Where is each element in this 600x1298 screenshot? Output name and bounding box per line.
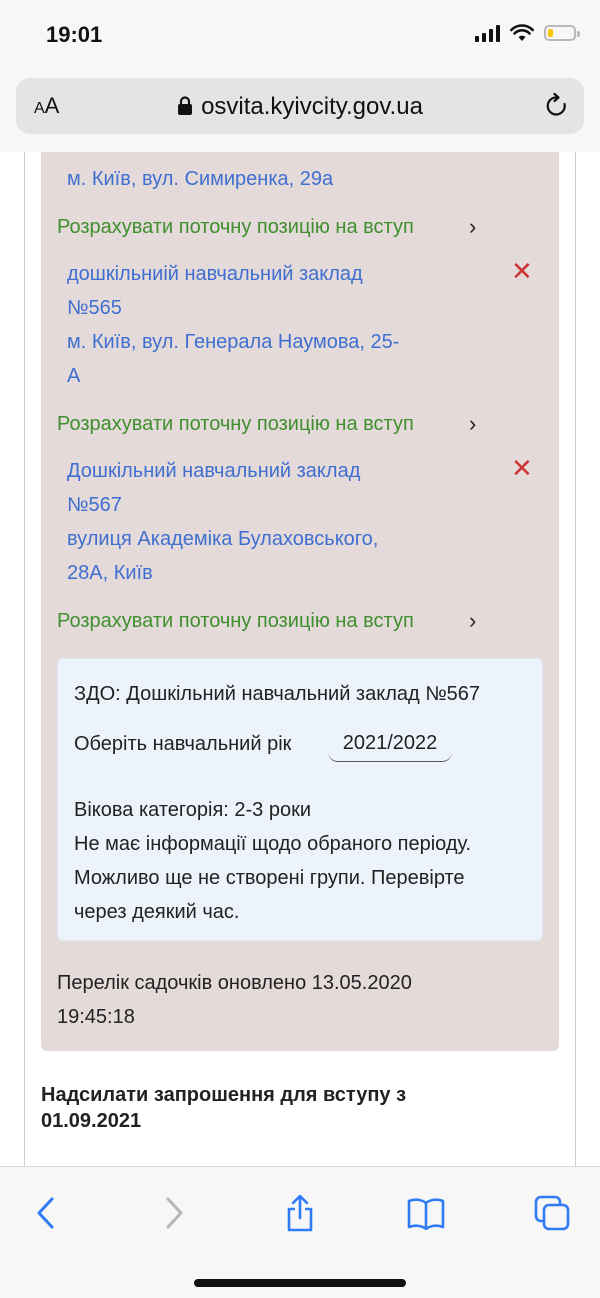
browser-toolbar <box>0 1166 600 1298</box>
share-icon <box>287 1194 313 1232</box>
age-category: Вікова категорія: 2-3 роки <box>74 799 312 821</box>
kindergarten-number[interactable]: №565 <box>67 291 122 325</box>
kindergarten-address[interactable]: вулиця Академіка Булаховського, <box>67 522 378 556</box>
chevron-right-icon[interactable]: › <box>469 411 476 437</box>
lock-icon <box>178 96 193 115</box>
battery-icon <box>544 25 580 41</box>
url-text: osvita.kyivcity.gov.ua <box>201 93 423 120</box>
updated-date: Перелік садочків оновлено 13.05.2020 <box>57 972 412 994</box>
share-button[interactable] <box>276 1189 324 1237</box>
kindergarten-number[interactable]: №567 <box>67 488 122 522</box>
kindergarten-address[interactable]: м. Київ, вул. Генерала Наумова, 25- <box>67 325 399 359</box>
forward-button[interactable] <box>150 1189 198 1237</box>
no-info-message-cont: Можливо ще не створені групи. Перевірте <box>74 867 465 889</box>
web-page: № 618 м. Київ, вул. Симиренка, 29а Розра… <box>0 152 600 1166</box>
kindergarten-name-partial[interactable]: № 618 <box>67 152 127 162</box>
list-updated-note: Перелік садочків оновлено 13.05.2020 19:… <box>57 966 497 1034</box>
chevron-right-icon[interactable]: › <box>469 214 476 240</box>
status-bar: 19:01 <box>0 0 600 74</box>
signal-icon <box>475 24 500 42</box>
calc-position-link[interactable]: Розрахувати поточну позицію на вступ <box>57 413 414 436</box>
invite-heading-line: Надсилати запрошення для вступу з <box>41 1084 407 1106</box>
year-select[interactable]: 2021/2022 <box>328 725 452 762</box>
no-info-message-end: через деякий час. <box>74 901 240 923</box>
kindergarten-address-cont[interactable]: А <box>67 359 80 393</box>
page-content: № 618 м. Київ, вул. Симиренка, 29а Розра… <box>24 152 576 1166</box>
calc-position-link[interactable]: Розрахувати поточну позицію на вступ <box>57 216 414 239</box>
invite-heading-date: 01.09.2021 <box>41 1110 142 1132</box>
status-time: 19:01 <box>46 22 103 47</box>
kindergarten-name[interactable]: Дошкільний навчальний заклад <box>67 454 360 488</box>
updated-time: 19:45:18 <box>57 1006 135 1028</box>
position-info-panel: ЗДО: Дошкільний навчальний заклад №567 О… <box>57 658 543 941</box>
kindergarten-list-card: № 618 м. Київ, вул. Симиренка, 29а Розра… <box>41 152 559 1051</box>
bookmarks-button[interactable] <box>402 1189 450 1237</box>
remove-icon[interactable]: ✕ <box>511 453 533 484</box>
kindergarten-address[interactable]: м. Київ, вул. Симиренка, 29а <box>67 162 333 196</box>
home-indicator <box>194 1279 406 1287</box>
kindergarten-name[interactable]: дошкільниій навчальний заклад <box>67 257 363 291</box>
book-icon <box>407 1198 445 1230</box>
browser-address-area: AA osvita.kyivcity.gov.ua <box>0 74 600 152</box>
kindergarten-address-cont[interactable]: 28А, Київ <box>67 556 153 590</box>
back-icon <box>37 1197 54 1229</box>
address-bar[interactable]: AA osvita.kyivcity.gov.ua <box>16 78 584 134</box>
tabs-button[interactable] <box>528 1189 576 1237</box>
reload-icon[interactable] <box>544 92 570 120</box>
back-button[interactable] <box>22 1189 70 1237</box>
tabs-icon <box>534 1195 570 1231</box>
zdo-label: ЗДО: Дошкільний навчальний заклад №567 <box>74 683 481 705</box>
year-prompt: Оберіть навчальний рік <box>74 733 292 755</box>
status-icons <box>475 24 580 42</box>
invite-heading: Надсилати запрошення для вступу з 01.09.… <box>41 1082 521 1134</box>
chevron-right-icon[interactable]: › <box>469 608 476 634</box>
remove-icon[interactable]: ✕ <box>511 256 533 287</box>
forward-icon <box>166 1197 183 1229</box>
calc-position-link[interactable]: Розрахувати поточну позицію на вступ <box>57 610 414 633</box>
battery-level <box>548 29 553 37</box>
no-info-message: Не має інформації щодо обраного періоду. <box>74 833 472 855</box>
url-display[interactable]: osvita.kyivcity.gov.ua <box>16 93 584 121</box>
wifi-icon <box>510 24 534 41</box>
